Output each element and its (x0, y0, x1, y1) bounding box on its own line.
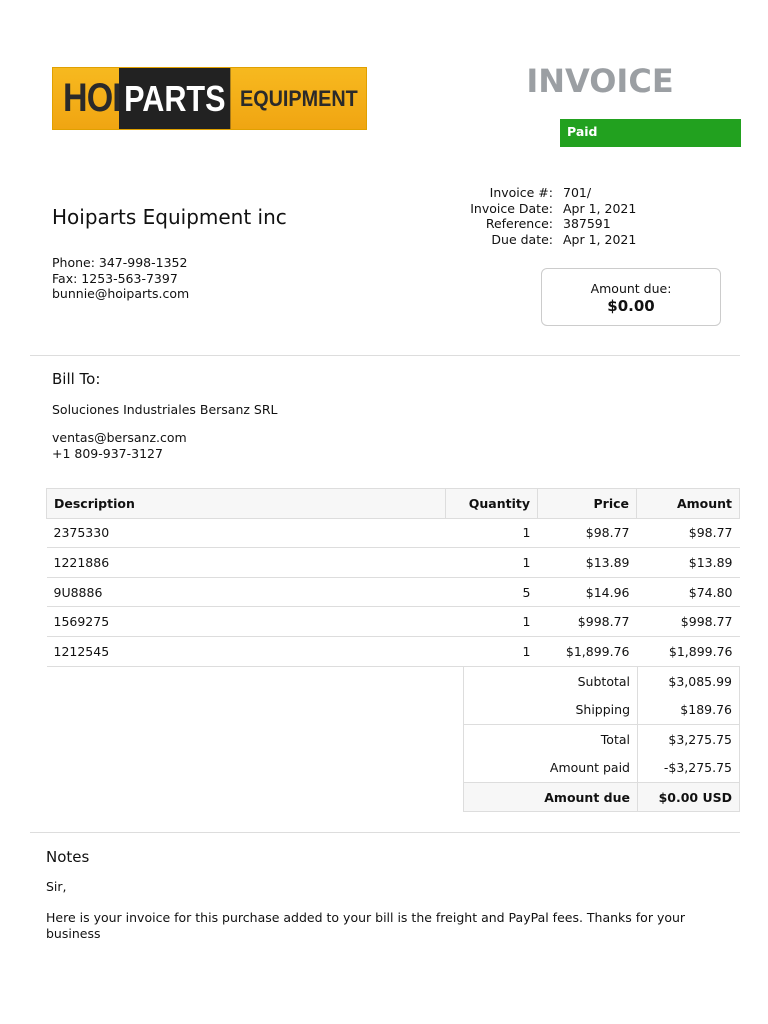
meta-value: Apr 1, 2021 (563, 231, 637, 247)
totals-value: $189.76 (637, 695, 740, 725)
table-row: 1221886 1 $13.89 $13.89 (46, 547, 740, 578)
amount-due-row: Amount due $0.00 USD (463, 782, 740, 812)
line-items-table: Description Quantity Price Amount 237533… (46, 488, 740, 667)
cell-quantity: 1 (445, 517, 538, 548)
cell-amount: $1,899.76 (636, 635, 740, 667)
meta-label: Invoice Date: (470, 200, 553, 216)
company-logo: HOI PARTS EQUIPMENT (52, 67, 367, 130)
totals-value: $3,085.99 (637, 666, 740, 696)
totals-value: $0.00 USD (637, 782, 740, 812)
company-fax: Fax: 1253-563-7397 (52, 270, 178, 286)
totals-label: Total (463, 724, 638, 754)
logo-text-parts: PARTS (119, 68, 231, 129)
meta-label: Invoice #: (489, 185, 553, 200)
table-header: Description Quantity Price Amount (46, 488, 740, 519)
client-email: ventas@bersanz.com (52, 430, 187, 445)
bill-to-heading: Bill To: (52, 370, 101, 388)
cell-quantity: 1 (445, 635, 538, 667)
amount-due-label: Amount due: (590, 281, 672, 296)
totals-label: Shipping (463, 695, 638, 725)
cell-price: $14.96 (537, 576, 637, 607)
cell-amount: $13.89 (636, 547, 740, 578)
cell-description: 1212545 (46, 635, 446, 667)
totals-label: Subtotal (463, 666, 638, 696)
table-row: 1569275 1 $998.77 $998.77 (46, 606, 740, 637)
totals-value: -$3,275.75 (637, 753, 740, 783)
header-price: Price (537, 488, 637, 519)
totals-row: Subtotal $3,085.99 (463, 666, 740, 696)
cell-quantity: 1 (445, 547, 538, 578)
logo-text-hoi: HOI (63, 76, 122, 120)
totals-row: Amount paid -$3,275.75 (463, 753, 740, 783)
invoice-meta: Invoice #: 701/ Invoice Date: Apr 1, 2021 … (440, 185, 720, 247)
meta-label: Reference: (485, 216, 553, 232)
cell-amount: $74.80 (636, 576, 740, 607)
cell-amount: $98.77 (636, 517, 740, 548)
header-description: Description (46, 488, 446, 519)
totals-row: Shipping $189.76 (463, 695, 740, 725)
invoice-title: INVOICE (526, 62, 674, 100)
totals-label: Amount paid (463, 753, 638, 783)
company-name: Hoiparts Equipment inc (52, 205, 287, 229)
client-name: Soluciones Industriales Bersanz SRL (52, 402, 278, 417)
amount-due-box: Amount due: $0.00 (541, 268, 721, 326)
client-contact: ventas@bersanz.com +1 809-937-3127 (52, 430, 187, 461)
cell-description: 2375330 (46, 517, 446, 548)
notes-heading: Notes (46, 848, 90, 866)
cell-price: $13.89 (537, 547, 637, 578)
cell-amount: $998.77 (636, 606, 740, 637)
totals-label: Amount due (463, 782, 638, 812)
cell-price: $998.77 (537, 606, 637, 637)
amount-due-value: $0.00 (607, 297, 655, 315)
cell-description: 1569275 (46, 606, 446, 637)
totals-table: Subtotal $3,085.99 Shipping $189.76 Total $… (463, 666, 740, 812)
company-email: bunnie@hoiparts.com (52, 286, 190, 302)
divider (30, 832, 740, 833)
table-row: 1212545 1 $1,899.76 $1,899.76 (46, 635, 740, 667)
header-amount: Amount (636, 488, 740, 519)
meta-value: 701/ (563, 185, 592, 200)
meta-label: Due date: (491, 231, 553, 247)
logo-text-equipment: EQUIPMENT (240, 85, 359, 111)
status-badge: Paid (560, 119, 741, 147)
cell-price: $1,899.76 (537, 635, 637, 667)
meta-value: 387591 (563, 216, 611, 232)
divider (30, 355, 740, 356)
table-row: 2375330 1 $98.77 $98.77 (46, 517, 740, 548)
cell-description: 9U8886 (46, 576, 446, 607)
company-phone: Phone: 347-998-1352 (52, 255, 188, 270)
totals-value: $3,275.75 (637, 724, 740, 754)
totals-row: Total $3,275.75 (463, 724, 740, 754)
cell-price: $98.77 (537, 517, 637, 548)
notes-body: Here is your invoice for this purchase a… (46, 910, 686, 941)
cell-quantity: 1 (445, 606, 538, 637)
cell-description: 1221886 (46, 547, 446, 578)
company-contact: Phone: 347-998-1352 Fax: 1253-563-7397 b… (52, 255, 189, 302)
meta-value: Apr 1, 2021 (563, 200, 637, 216)
notes-salutation: Sir, (46, 879, 67, 894)
cell-quantity: 5 (445, 576, 538, 607)
table-row: 9U8886 5 $14.96 $74.80 (46, 576, 740, 607)
client-phone: +1 809-937-3127 (52, 445, 163, 461)
header-quantity: Quantity (445, 488, 538, 519)
